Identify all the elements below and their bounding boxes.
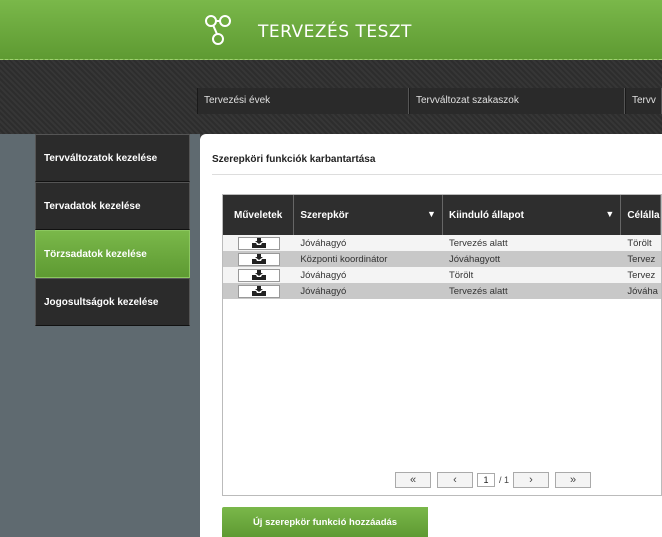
cell-kiindulo: Törölt [448,269,474,281]
cell-szerepkor: Központi koordinátor [300,253,388,265]
app-header: TERVEZÉS TESZT [0,0,662,60]
sidebar-item-label: Tervadatok kezelése [44,200,141,212]
cell-cel: Tervez [627,269,656,281]
pagination: « ‹ 1 / 1 › » [395,472,592,488]
topnav-item-tervvaltozat-szakaszok[interactable]: Tervváltozat szakaszok [409,88,625,114]
sidebar-item-label: Tervváltozatok kezelése [44,152,158,164]
cell-cel: Jóváha [627,285,658,297]
row-actions [223,235,294,251]
table-header: Műveletek Szerepkör ▼ Kiinduló állapot ▼… [223,195,661,235]
sidebar-item-torzsadatok[interactable]: Törzsadatok kezelése [35,230,190,278]
filter-icon[interactable]: ▼ [427,209,436,219]
last-page-button[interactable]: » [555,472,592,488]
cell-cel: Törölt [627,237,652,249]
sidebar-item-tervvaltozatok[interactable]: Tervváltozatok kezelése [35,134,190,182]
column-header-celallapot[interactable]: Célállap [621,195,661,235]
row-actions [223,267,294,283]
table-row[interactable]: Jóváhagyó Tervezés alatt Jóváha [223,283,661,299]
table-row[interactable]: Központi koordinátor Jóváhagyott Tervez [223,251,661,267]
connected-nodes-icon [205,15,231,45]
row-actions [223,283,294,299]
sidebar-menu: Tervváltozatok kezelése Tervadatok kezel… [35,134,190,326]
sidebar-item-tervadatok[interactable]: Tervadatok kezelése [35,182,190,230]
inbox-tray-icon[interactable] [237,236,280,250]
page-number-input[interactable]: 1 [477,473,495,487]
cell-kiindulo: Jóváhagyott [448,253,501,265]
first-page-button[interactable]: « [395,472,431,488]
roles-table: Műveletek Szerepkör ▼ Kiinduló állapot ▼… [222,194,662,496]
filter-icon[interactable]: ▼ [605,209,614,219]
cell-cel: Tervez [627,253,656,265]
sidebar-item-label: Jogosultságok kezelése [44,296,159,308]
sidebar-item-jogosultsagok[interactable]: Jogosultságok kezelése [35,278,190,326]
inbox-tray-icon[interactable] [237,268,280,282]
next-page-button[interactable]: › [513,472,550,488]
cell-szerepkor: Jóváhagyó [300,269,347,281]
column-header-muveletek: Műveletek [223,195,295,235]
app-title: TERVEZÉS TESZT [258,22,412,42]
column-label: Szerepkör [300,209,349,221]
column-header-szerepkor[interactable]: Szerepkör ▼ [294,195,443,235]
cell-szerepkor: Jóváhagyó [300,285,347,297]
prev-page-button[interactable]: ‹ [437,472,473,488]
inbox-tray-icon[interactable] [237,252,280,266]
table-row[interactable]: Jóváhagyó Tervezés alatt Törölt [223,235,661,251]
divider [212,174,662,175]
top-navigation: Tervezési évek Tervváltozat szakaszok Te… [197,88,662,114]
column-header-kiindulo-allapot[interactable]: Kiinduló állapot ▼ [443,195,622,235]
page-title: Szerepköri funkciók karbantartása [212,154,376,165]
content-panel: Szerepköri funkciók karbantartása Művele… [200,134,662,537]
cell-kiindulo: Tervezés alatt [448,285,508,297]
page-total: / 1 [499,475,510,485]
table-row[interactable]: Jóváhagyó Törölt Tervez [223,267,661,283]
inbox-tray-icon[interactable] [237,284,280,298]
topnav-item-tervv[interactable]: Tervv [625,88,662,114]
cell-kiindulo: Tervezés alatt [448,237,508,249]
sidebar-item-label: Törzsadatok kezelése [44,248,147,260]
page-controls: ‹ 1 / 1 › [437,472,550,488]
add-role-function-button[interactable]: Új szerepkör funkció hozzáadás [222,507,428,537]
column-label: Kiinduló állapot [448,209,524,221]
row-actions [223,251,294,267]
cell-szerepkor: Jóváhagyó [300,237,347,249]
topnav-item-tervezesi-evek[interactable]: Tervezési évek [197,88,409,114]
